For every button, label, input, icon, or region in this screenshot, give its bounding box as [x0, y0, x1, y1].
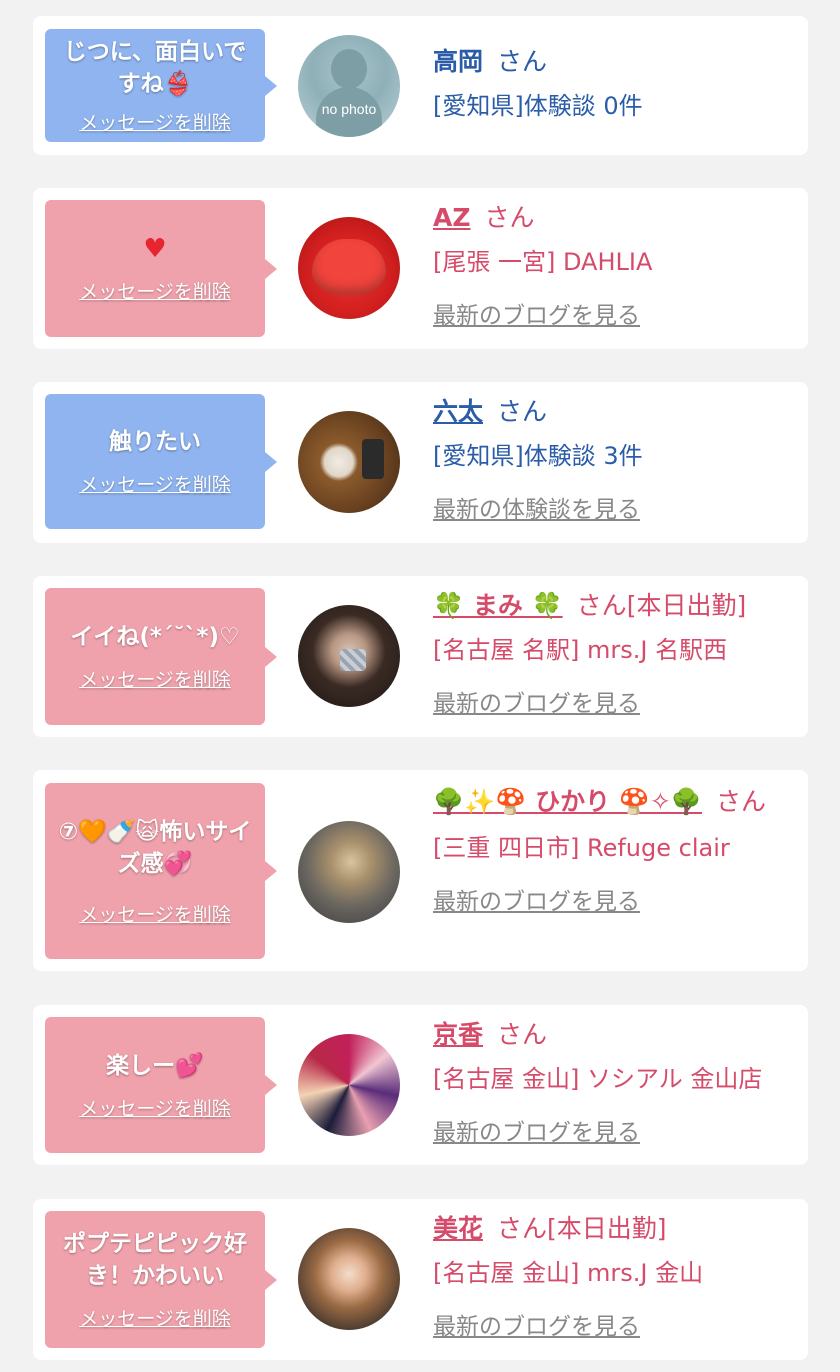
message-card: ポプテピピック好き！かわいい メッセージを削除 美花 さん[本日出勤] [名古屋 … — [33, 1199, 808, 1360]
user-area: [名古屋 金山] mrs.J 金山 — [433, 1259, 704, 1287]
user-name-line: 六太 さん — [433, 394, 788, 430]
user-name-line: 🍀 まみ 🍀 さん[本日出勤] — [433, 588, 788, 624]
honorific: さん — [497, 1214, 548, 1243]
avatar[interactable]: no photo — [298, 35, 400, 137]
user-area: [愛知県]体験談 0件 — [433, 92, 643, 120]
user-info: AZ さん [尾張 一宮] DAHLIA 最新のブログを見る — [433, 200, 788, 330]
message-text: ⑦🧡🍼🙀怖いサイズ感💞 — [58, 818, 252, 877]
message-card: イイね(*´˘`*)♡ メッセージを削除 🍀 まみ 🍀 さん[本日出勤] [名古屋… — [33, 576, 808, 737]
message-card: 楽しー💕 メッセージを削除 京香 さん [名古屋 金山] ソシアル 金山店 最新の… — [33, 1005, 808, 1165]
message-text: 触りたい — [109, 429, 201, 455]
avatar[interactable] — [298, 821, 400, 923]
message-text: じつに、面白いですね👙 — [63, 39, 247, 97]
avatar[interactable] — [298, 411, 400, 513]
user-info: 🍀 まみ 🍀 さん[本日出勤] [名古屋 名駅] mrs.J 名駅西 最新のブログ… — [433, 588, 788, 718]
message-text: 楽しー💕 — [106, 1052, 204, 1079]
honorific: さん — [576, 591, 627, 620]
honorific: さん — [497, 397, 548, 426]
user-info: 美花 さん[本日出勤] [名古屋 金山] mrs.J 金山 最新のブログを見る — [433, 1211, 788, 1341]
latest-blog-link[interactable]: 最新のブログを見る — [433, 882, 640, 916]
user-name-line: 高岡 さん — [433, 44, 788, 80]
delete-message-link[interactable]: メッセージを削除 — [79, 470, 231, 497]
avatar[interactable] — [298, 1228, 400, 1330]
user-name[interactable]: 六太 — [433, 397, 483, 426]
user-area: [愛知県]体験談 3件 — [433, 442, 643, 470]
honorific: さん — [497, 1020, 548, 1049]
no-photo-label: no photo — [321, 101, 377, 117]
user-name[interactable]: 高岡 — [433, 47, 483, 76]
user-name-line: 美花 さん[本日出勤] — [433, 1211, 788, 1247]
user-info: 高岡 さん [愛知県]体験談 0件 — [433, 44, 788, 124]
avatar-silhouette-icon — [331, 49, 367, 89]
message-card: じつに、面白いですね👙 メッセージを削除 no photo 高岡 さん [愛知県]… — [33, 16, 808, 155]
heart-photo-icon — [312, 239, 386, 295]
message-bubble: じつに、面白いですね👙 メッセージを削除 — [45, 29, 277, 142]
on-duty-badge: [本日出勤] — [626, 591, 747, 620]
mosaic-face-icon — [340, 649, 366, 671]
avatar[interactable] — [298, 217, 400, 319]
delete-message-link[interactable]: メッセージを削除 — [79, 900, 231, 927]
honorific: さん — [484, 203, 535, 232]
on-duty-badge: [本日出勤] — [547, 1214, 667, 1243]
user-area: [三重 四日市] Refuge clair — [433, 834, 730, 862]
message-bubble: 触りたい メッセージを削除 — [45, 394, 277, 529]
delete-message-link[interactable]: メッセージを削除 — [79, 1304, 231, 1331]
user-name-line: 🌳✨🍄 ひかり 🍄✧🌳 さん — [433, 782, 788, 822]
delete-message-link[interactable]: メッセージを削除 — [79, 277, 231, 304]
user-name[interactable]: 美花 — [433, 1214, 483, 1243]
user-name-line: 京香 さん — [433, 1017, 788, 1053]
user-name[interactable]: 🍀 まみ 🍀 — [433, 591, 563, 620]
user-name[interactable]: 🌳✨🍄 ひかり 🍄✧🌳 — [433, 787, 702, 816]
user-area: [名古屋 名駅] mrs.J 名駅西 — [433, 636, 728, 664]
message-card: ⑦🧡🍼🙀怖いサイズ感💞 メッセージを削除 🌳✨🍄 ひかり 🍄✧🌳 さん [三重 四… — [33, 770, 808, 971]
user-area: [名古屋 金山] ソシアル 金山店 — [433, 1065, 763, 1093]
honorific: さん — [497, 47, 548, 76]
message-card: ♥ メッセージを削除 AZ さん [尾張 一宮] DAHLIA 最新のブログを見る — [33, 188, 808, 349]
cup-photo-icon — [362, 439, 384, 479]
user-name[interactable]: 京香 — [433, 1020, 483, 1049]
latest-blog-link[interactable]: 最新のブログを見る — [433, 684, 640, 718]
user-info: 京香 さん [名古屋 金山] ソシアル 金山店 最新のブログを見る — [433, 1017, 788, 1147]
user-name-line: AZ さん — [433, 200, 788, 236]
user-info: 🌳✨🍄 ひかり 🍄✧🌳 さん [三重 四日市] Refuge clair 最新のブ… — [433, 782, 788, 916]
honorific: さん — [716, 787, 767, 816]
user-area: [尾張 一宮] DAHLIA — [433, 248, 653, 276]
delete-message-link[interactable]: メッセージを削除 — [79, 108, 231, 135]
delete-message-link[interactable]: メッセージを削除 — [79, 665, 231, 692]
user-name[interactable]: AZ — [433, 203, 470, 232]
message-bubble: ♥ メッセージを削除 — [45, 200, 277, 337]
message-text: ポプテピピック好き！かわいい — [63, 1231, 247, 1289]
message-bubble: 楽しー💕 メッセージを削除 — [45, 1017, 277, 1153]
latest-blog-link[interactable]: 最新のブログを見る — [433, 1307, 640, 1341]
avatar[interactable] — [298, 605, 400, 707]
avatar[interactable] — [298, 1034, 400, 1136]
message-bubble: ポプテピピック好き！かわいい メッセージを削除 — [45, 1211, 277, 1348]
delete-message-link[interactable]: メッセージを削除 — [79, 1094, 231, 1121]
latest-review-link[interactable]: 最新の体験談を見る — [433, 490, 640, 524]
message-bubble: イイね(*´˘`*)♡ メッセージを削除 — [45, 588, 277, 725]
message-bubble: ⑦🧡🍼🙀怖いサイズ感💞 メッセージを削除 — [45, 783, 277, 959]
latest-blog-link[interactable]: 最新のブログを見る — [433, 1113, 640, 1147]
user-info: 六太 さん [愛知県]体験談 3件 最新の体験談を見る — [433, 394, 788, 524]
message-card: 触りたい メッセージを削除 六太 さん [愛知県]体験談 3件 最新の体験談を見る — [33, 382, 808, 543]
latest-blog-link[interactable]: 最新のブログを見る — [433, 296, 640, 330]
message-text: イイね(*´˘`*)♡ — [70, 624, 240, 650]
message-text: ♥ — [143, 234, 167, 264]
